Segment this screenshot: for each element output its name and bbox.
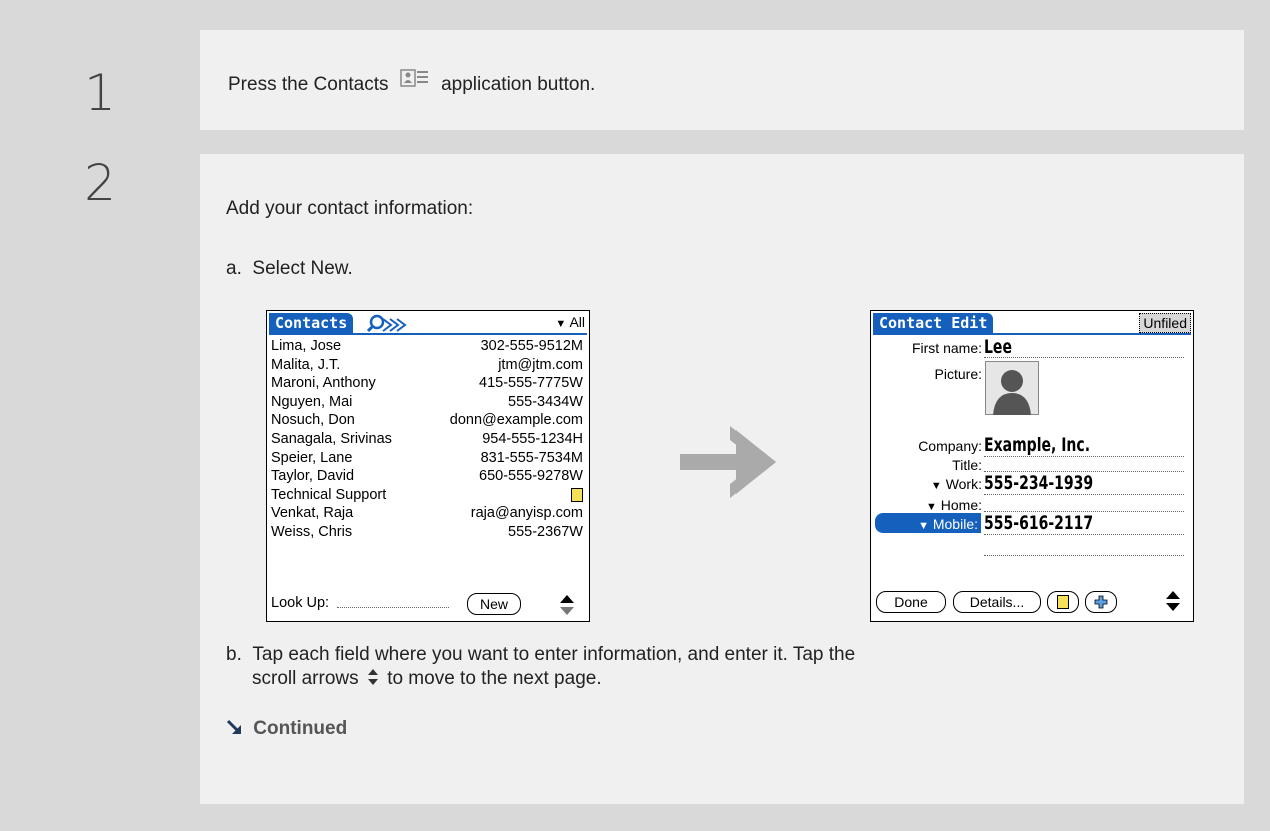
contact-name: Nosuch, Don <box>271 412 355 429</box>
category-picker[interactable]: ▼ All <box>555 314 585 330</box>
first-name-label-box: First name: <box>871 337 982 357</box>
work-value[interactable]: 555-234-1939 <box>984 472 1093 494</box>
dropdown-triangle-icon: ▼ <box>930 480 942 492</box>
contact-value: 831-555-7534M <box>480 449 583 466</box>
continued-label: Continued <box>226 718 347 740</box>
mobile-label[interactable]: ▼ Mobile: <box>918 516 978 532</box>
home-label[interactable]: ▼ Home: <box>926 497 982 513</box>
step-2-intro: Add your contact information: <box>226 198 474 219</box>
lookup-input[interactable] <box>337 607 449 608</box>
contact-row[interactable]: Sanagala, Srivinas 954-555-1234H <box>271 431 583 447</box>
work-field[interactable] <box>984 494 1184 495</box>
first-name-value[interactable]: Lee <box>984 336 1012 358</box>
contact-picture[interactable] <box>985 361 1039 415</box>
home-label-box[interactable]: ▼ Home: <box>871 495 982 513</box>
details-button[interactable]: Details... <box>953 591 1041 613</box>
contact-row[interactable]: Maroni, Anthony 415-555-7775W <box>271 375 583 391</box>
contact-row[interactable]: Lima, Jose 302-555-9512M <box>271 338 583 354</box>
contact-name: Nguyen, Mai <box>271 393 353 410</box>
blank-field[interactable] <box>984 555 1184 556</box>
company-label-box: Company: <box>871 435 982 455</box>
add-button[interactable] <box>1085 591 1117 613</box>
right-arrow-icon <box>680 426 776 498</box>
contact-value: 302-555-9512M <box>480 338 583 354</box>
contacts-title-tab: Contacts <box>269 313 354 333</box>
contact-value: 555-2367W <box>508 524 583 540</box>
contact-name: Technical Support <box>271 486 387 503</box>
first-name-field[interactable] <box>984 357 1184 358</box>
contact-name: Malita, J.T. <box>271 356 341 373</box>
work-label[interactable]: ▼ Work: <box>931 476 982 492</box>
first-name-label: First name: <box>911 340 982 356</box>
contact-value: 415-555-7775W <box>479 375 583 392</box>
contact-row[interactable]: Malita, J.T. jtm@jtm.com <box>271 357 583 373</box>
step-2b-line1: b. Tap each field where you want to ente… <box>226 644 856 665</box>
step-2a: a. Select New. <box>226 258 353 279</box>
contact-name: Sanagala, Srivinas <box>271 431 392 447</box>
dropdown-triangle-icon: ▼ <box>918 520 929 532</box>
contact-row[interactable]: Taylor, David 650-555-9278W <box>271 468 583 484</box>
contact-row[interactable]: Weiss, Chris 555-2367W <box>271 524 583 540</box>
edit-title-tab: Contact Edit <box>873 313 994 333</box>
lookup-row: Look Up: <box>271 595 583 611</box>
title-label: Title: <box>952 457 982 473</box>
scroll-arrows-icon[interactable] <box>1165 589 1181 613</box>
step-1-text: Press the Contacts application button. <box>228 68 595 96</box>
new-button[interactable]: New <box>467 593 521 615</box>
continued-arrow-icon <box>226 719 242 735</box>
contact-value: donn@example.com <box>449 412 583 429</box>
note-icon[interactable] <box>571 487 583 502</box>
contact-value: 650-555-9278W <box>479 468 583 485</box>
dropdown-triangle-icon: ▼ <box>925 501 937 513</box>
lookup-label: Look Up: <box>271 595 330 611</box>
category-unfiled[interactable]: Unfiled <box>1139 313 1191 333</box>
scroll-arrows-icon <box>367 669 378 685</box>
mobile-value[interactable]: 555-616-2117 <box>984 512 1093 534</box>
contact-value: raja@anyisp.com <box>470 505 583 522</box>
contact-edit-screen: Contact Edit Unfiled First name: Lee Pic… <box>870 310 1194 622</box>
note-button[interactable] <box>1047 591 1079 613</box>
company-label: Company: <box>918 438 982 454</box>
contact-name: Speier, Lane <box>271 449 353 466</box>
top-margin-band <box>0 0 1270 30</box>
done-button[interactable]: Done <box>876 591 946 613</box>
title-label-box: Title: <box>871 455 982 473</box>
contact-row[interactable]: Venkat, Raja raja@anyisp.com <box>271 505 583 521</box>
contact-name: Venkat, Raja <box>271 505 354 522</box>
mobile-label-box[interactable]: ▼ Mobile: <box>875 513 981 533</box>
contact-name: Maroni, Anthony <box>271 375 376 392</box>
contact-name: Weiss, Chris <box>271 524 353 540</box>
note-icon <box>1057 595 1069 609</box>
plus-icon <box>1094 595 1108 609</box>
contacts-list-screen: Contacts ▼ All Lima, Jose 302-555-9512M Ma… <box>266 310 590 622</box>
contact-row[interactable]: Nosuch, Don donn@example.com <box>271 412 583 428</box>
work-label-box[interactable]: ▼ Work: <box>871 473 982 493</box>
step-1-panel: Press the Contacts application button. <box>200 30 1244 130</box>
company-field[interactable] <box>984 456 1184 457</box>
mobile-field[interactable] <box>984 534 1184 535</box>
quick-lookup-icon[interactable] <box>367 313 411 333</box>
scroll-arrows-icon[interactable] <box>559 593 575 617</box>
contact-name: Taylor, David <box>271 468 355 485</box>
contact-value: 555-3434W <box>508 393 583 410</box>
step-2-panel: Add your contact information: a. Select … <box>200 154 1244 804</box>
contact-row[interactable]: Technical Support <box>271 487 583 503</box>
company-value[interactable]: Example, Inc. <box>984 434 1090 456</box>
step-2b-line2: scroll arrows to move to the next page. <box>252 668 602 689</box>
contact-value: jtm@jtm.com <box>498 356 583 373</box>
step-2-number: 2 <box>84 154 116 212</box>
picture-label: Picture: <box>934 366 982 382</box>
contact-row[interactable]: Speier, Lane 831-555-7534M <box>271 450 583 466</box>
contact-row[interactable]: Nguyen, Mai 555-3434W <box>271 394 583 410</box>
contact-value: 954-555-1234H <box>482 431 583 447</box>
contacts-title-bar: Contacts ▼ All <box>269 313 587 335</box>
contact-name: Lima, Jose <box>271 338 342 354</box>
picture-label-box: Picture: <box>871 363 982 383</box>
dropdown-triangle-icon: ▼ <box>555 318 567 330</box>
edit-title-bar: Contact Edit Unfiled <box>873 313 1191 335</box>
contacts-app-icon <box>400 69 428 87</box>
